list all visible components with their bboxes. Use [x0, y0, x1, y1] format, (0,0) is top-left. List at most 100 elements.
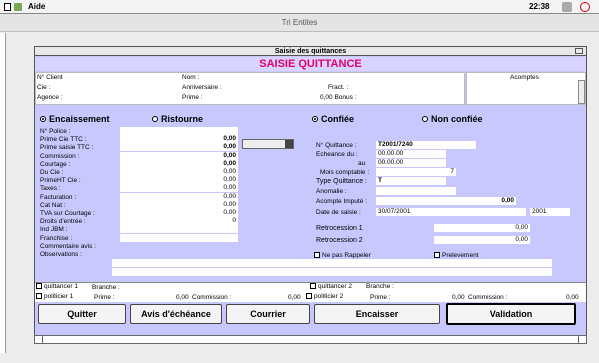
menu-aide[interactable]: Aide [28, 2, 45, 11]
left-field-value[interactable]: 0,00 [120, 184, 238, 192]
left-field-value[interactable] [120, 234, 238, 242]
radio-non-confiee[interactable]: Non confiée [422, 114, 483, 124]
left-field-value[interactable]: 0,00 [120, 135, 238, 143]
left-field-label: Prime Cie TTC : [40, 136, 87, 143]
cie-label: Cie : [37, 84, 51, 91]
client-info-panel [35, 72, 465, 105]
left-field-value[interactable]: 0 [120, 217, 238, 225]
fract-label: Fract. : [328, 84, 349, 91]
quittance-field[interactable]: T2001/7240 [376, 141, 476, 149]
anomalie-label: Anomalie : [316, 188, 347, 195]
agence-label: Agence : [37, 94, 63, 101]
scroll-left-icon[interactable] [35, 336, 43, 343]
left-field-label: Observations : [40, 251, 82, 258]
prime2-value: 0,00 [452, 294, 465, 301]
prime1-value: 0,00 [176, 294, 189, 301]
left-field-label: PrimeHT Cie : [40, 177, 81, 184]
nom-label: Nom : [182, 74, 200, 81]
banner-title: SAISIE QUITTANCE [35, 57, 586, 71]
window-title: Tri Entites [281, 18, 318, 27]
left-field-value[interactable]: 0,00 [120, 193, 238, 201]
courrier-button[interactable]: Courrier [226, 304, 310, 324]
anniversaire-label: Anniversaire : [182, 84, 222, 91]
left-field-value[interactable] [120, 127, 238, 135]
left-field-label: Franchise : [40, 235, 73, 242]
politicier2-checkbox[interactable]: politicier 2 [306, 293, 343, 300]
radio-encaissement[interactable]: Encaissement [40, 114, 110, 124]
retro1-field[interactable]: 0,00 [434, 224, 530, 232]
acompte-field[interactable]: 0,00 [376, 197, 516, 205]
prelevement-checkbox[interactable]: Prelevement [434, 252, 479, 259]
quittancer2-label: quittancer 2 [318, 283, 352, 290]
validation-button[interactable]: Validation [446, 303, 576, 325]
commission2-value: 0,00 [566, 294, 579, 301]
retro2-field[interactable]: 0,00 [434, 236, 530, 244]
quittancer2-checkbox[interactable]: quittancer 2 [310, 283, 352, 290]
left-field-label: N° Police : [40, 128, 71, 135]
type-label: Type Quittance : [316, 178, 367, 185]
left-field-label: Commentaire avis : [40, 243, 96, 250]
zoom-box-icon[interactable] [575, 48, 583, 54]
radio-confiee[interactable]: Confiée [312, 114, 354, 124]
prime1-label: Prime : [94, 294, 115, 301]
acomptes-scrollbar[interactable] [578, 80, 585, 104]
au-label: au [358, 160, 366, 167]
encaisser-button[interactable]: Encaisser [314, 304, 440, 324]
left-field-value[interactable]: 0,00 [120, 168, 238, 176]
retro2-label: Retrocession 2 [316, 237, 363, 244]
left-field-value[interactable]: 0,00 [120, 160, 238, 168]
horizontal-scrollbar[interactable] [34, 335, 587, 344]
left-field-value[interactable]: 0,00 [120, 201, 238, 209]
left-field-label: Facturation : [40, 194, 77, 201]
help-icon[interactable] [580, 2, 590, 12]
acomptes-label: Acomptes [510, 74, 539, 81]
apple-menu-icon[interactable] [4, 3, 11, 11]
radio-ristourne-label: Ristourne [161, 114, 204, 124]
commission2-label: Commission : [468, 294, 508, 301]
ne-pas-rappeler-label: Ne pas Rappeler [322, 252, 371, 259]
observations-field[interactable] [112, 268, 552, 276]
politicier1-label: politicier 1 [44, 293, 74, 300]
left-field-value[interactable] [120, 225, 238, 233]
date-field[interactable]: 30/07/2001 [376, 208, 526, 216]
left-field-value[interactable]: 0,00 [120, 209, 238, 217]
left-field-label: Du Cie : [40, 169, 64, 176]
radio-confiee-label: Confiée [321, 114, 355, 124]
left-field-label: Ind JBM : [40, 226, 68, 233]
radio-ristourne[interactable]: Ristourne [152, 114, 203, 124]
commentaire-field[interactable] [112, 259, 552, 267]
left-window-edge [0, 33, 6, 353]
left-field-value[interactable]: 0,00 [120, 152, 238, 160]
left-field-value[interactable]: 0,00 [120, 176, 238, 184]
scroll-right-icon[interactable] [578, 336, 586, 343]
left-field-value[interactable]: 0,00 [120, 143, 238, 151]
echeance-field[interactable]: 00.00.00 [376, 150, 446, 158]
mois-field[interactable]: 7 [376, 168, 456, 176]
quitter-button[interactable]: Quitter [38, 304, 126, 324]
quittancer1-checkbox[interactable]: quittancer 1 [36, 283, 78, 290]
politicier1-checkbox[interactable]: politicier 1 [36, 293, 73, 300]
left-field-label: Droits d'entrée : [40, 218, 86, 225]
au-field[interactable]: 00.00.00 [376, 159, 446, 167]
left-field-label: TVA sur Courtage : [40, 210, 95, 217]
quittancer1-label: quittancer 1 [44, 283, 78, 290]
left-field-label: Commission : [40, 153, 80, 160]
politicier2-label: politicier 2 [314, 293, 344, 300]
left-field-label: Prime saisie TTC : [40, 144, 94, 151]
ne-pas-rappeler-checkbox[interactable]: Ne pas Rappeler [314, 252, 371, 259]
radio-non-confiee-label: Non confiée [431, 114, 483, 124]
avis-echeance-button[interactable]: Avis d'échéance [130, 304, 222, 324]
dialog-title-bar: Saisie des quittances [34, 46, 587, 56]
radio-encaissement-label: Encaissement [49, 114, 110, 124]
type-field[interactable]: T [376, 177, 446, 185]
dropdown-select[interactable] [242, 139, 294, 149]
menu-bar: Aide 22:38 [0, 0, 599, 14]
year-field[interactable]: 2001 [530, 208, 570, 216]
anomalie-field[interactable] [376, 187, 456, 195]
branche2-label: Branche : [366, 283, 394, 290]
dropdown-arrow-icon [285, 140, 293, 148]
commission1-label: Commission : [192, 294, 232, 301]
app-switcher-icon[interactable] [562, 2, 572, 12]
clock-label: 22:38 [529, 2, 550, 11]
branche1-label: Branche : [92, 284, 120, 291]
